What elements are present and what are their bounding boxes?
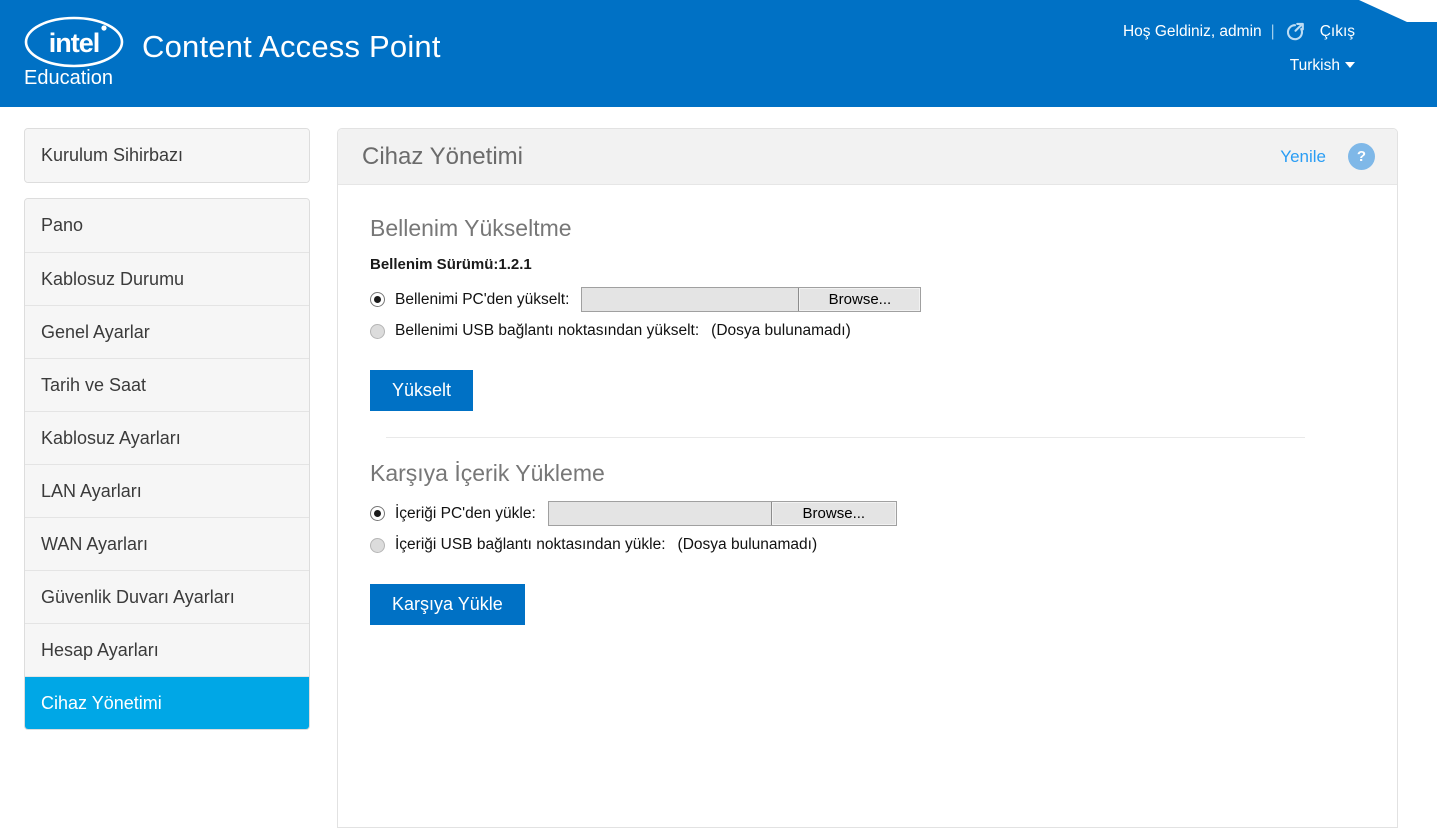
language-label: Turkish <box>1289 57 1340 74</box>
welcome-text: Hoş Geldiniz, admin <box>1122 23 1262 40</box>
language-selector[interactable]: Turkish <box>1290 57 1355 74</box>
chevron-down-icon <box>1345 61 1355 68</box>
firmware-version-text: Bellenim Sürümü:1.2.1 <box>370 256 532 273</box>
firmware-section-title: Bellenim Yükseltme <box>370 215 572 241</box>
firmware-usb-radio[interactable] <box>370 323 385 339</box>
content-browse-button[interactable]: Browse... <box>770 502 896 525</box>
sidebar-item-label: Cihaz Yönetimi <box>41 693 162 713</box>
sidebar-item-dashboard[interactable]: Pano <box>25 199 309 252</box>
content-usb-option-row: İçeriği USB bağlantı noktasından yükle: … <box>370 536 1373 554</box>
content-pc-radio[interactable] <box>370 506 385 521</box>
panel-header: Cihaz Yönetimi Yenile ? <box>338 129 1397 185</box>
content-file-input[interactable]: Browse... <box>547 501 897 526</box>
sidebar-item-label: LAN Ayarları <box>41 481 142 501</box>
sidebar-group-main: Pano Kablosuz Durumu Genel Ayarlar Tarih… <box>24 198 310 730</box>
firmware-usb-option-label: Bellenimi USB bağlantı noktasından yükse… <box>395 322 700 339</box>
sidebar-item-label: WAN Ayarları <box>41 534 149 554</box>
brand-block: intel Education Content Access Point <box>22 12 441 94</box>
content-panel: Cihaz Yönetimi Yenile ? Bellenim Yükselt… <box>337 128 1398 828</box>
sidebar-item-setup-wizard[interactable]: Kurulum Sihirbazı <box>25 129 309 182</box>
content-usb-status: (Dosya bulunamadı) <box>677 536 818 553</box>
sidebar-item-label: Hesap Ayarları <box>41 640 159 660</box>
firmware-upgrade-button[interactable]: Yükselt <box>370 370 474 411</box>
app-title: Content Access Point <box>142 29 441 64</box>
content-file-path <box>548 502 771 525</box>
sidebar-item-date-time[interactable]: Tarih ve Saat <box>25 358 309 411</box>
sidebar-item-label: Tarih ve Saat <box>41 375 147 395</box>
page-title: Cihaz Yönetimi <box>362 142 523 170</box>
sidebar-item-label: Güvenlik Duvarı Ayarları <box>41 587 235 607</box>
logout-icon[interactable] <box>1284 21 1306 43</box>
app-header: intel Education Content Access Point Hoş… <box>0 0 1437 107</box>
content-usb-radio[interactable] <box>370 537 385 553</box>
sidebar-item-wireless-settings[interactable]: Kablosuz Ayarları <box>25 411 309 464</box>
content-upload-section: Karşıya İçerik Yükleme İçeriği PC'den yü… <box>370 460 1373 625</box>
header-corner-notch <box>1359 0 1437 22</box>
firmware-pc-radio[interactable] <box>370 292 385 307</box>
sidebar: Kurulum Sihirbazı Pano Kablosuz Durumu G… <box>24 128 310 730</box>
content-pc-option-label: İçeriği PC'den yükle: <box>395 504 536 522</box>
content-pc-option-row: İçeriği PC'den yükle: Browse... <box>370 501 1373 526</box>
refresh-link[interactable]: Yenile <box>1280 147 1326 167</box>
sidebar-item-wireless-status[interactable]: Kablosuz Durumu <box>25 252 309 305</box>
sidebar-item-label: Kablosuz Ayarları <box>41 428 181 448</box>
firmware-file-path <box>582 288 799 311</box>
content-usb-option-label: İçeriği USB bağlantı noktasından yükle: <box>395 536 666 553</box>
sidebar-item-device-management[interactable]: Cihaz Yönetimi <box>25 676 309 729</box>
intel-education-logo: intel Education <box>22 12 126 94</box>
help-icon[interactable]: ? <box>1348 143 1375 170</box>
firmware-usb-status: (Dosya bulunamadı) <box>711 322 851 339</box>
svg-text:Education: Education <box>24 67 113 89</box>
sidebar-item-label: Kablosuz Durumu <box>41 269 185 289</box>
sidebar-item-general-settings[interactable]: Genel Ayarlar <box>25 305 309 358</box>
sidebar-item-firewall-settings[interactable]: Güvenlik Duvarı Ayarları <box>25 570 309 623</box>
firmware-browse-button[interactable]: Browse... <box>798 288 921 311</box>
sidebar-group-wizard: Kurulum Sihirbazı <box>24 128 310 183</box>
sidebar-item-label: Kurulum Sihirbazı <box>41 145 184 165</box>
sidebar-item-account-settings[interactable]: Hesap Ayarları <box>25 623 309 676</box>
svg-text:intel: intel <box>49 28 100 58</box>
firmware-pc-option-row: Bellenimi PC'den yükselt: Browse... <box>370 287 1373 312</box>
sidebar-item-label: Genel Ayarlar <box>41 322 150 342</box>
logout-link[interactable]: Çıkış <box>1320 23 1355 41</box>
firmware-pc-option-label: Bellenimi PC'den yükselt: <box>395 290 570 308</box>
sidebar-item-label: Pano <box>41 215 84 235</box>
section-divider <box>386 437 1305 438</box>
sidebar-item-lan-settings[interactable]: LAN Ayarları <box>25 464 309 517</box>
panel-body: Bellenim Yükseltme Bellenim Sürümü:1.2.1… <box>338 185 1397 625</box>
header-user-area: Hoş Geldiniz, admin | Çıkış Turkish <box>1123 18 1355 75</box>
header-separator: | <box>1270 23 1275 40</box>
content-upload-button[interactable]: Karşıya Yükle <box>370 584 525 625</box>
firmware-file-input[interactable]: Browse... <box>581 287 922 312</box>
firmware-upgrade-section: Bellenim Yükseltme Bellenim Sürümü:1.2.1… <box>370 215 1373 411</box>
content-section-title: Karşıya İçerik Yükleme <box>370 460 605 486</box>
firmware-usb-option-row: Bellenimi USB bağlantı noktasından yükse… <box>370 322 1373 340</box>
sidebar-item-wan-settings[interactable]: WAN Ayarları <box>25 517 309 570</box>
